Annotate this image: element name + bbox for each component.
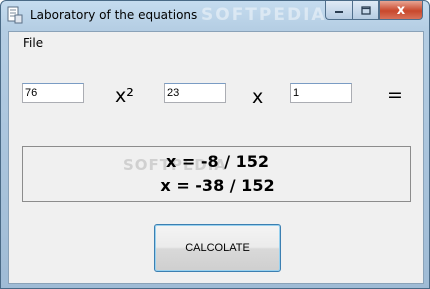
x-squared-label: x²: [115, 85, 134, 107]
window-title: Laboratory of the equations: [30, 8, 198, 22]
coefficient-b-input[interactable]: [164, 83, 226, 103]
calculate-button[interactable]: CALCOLATE: [154, 224, 281, 272]
caption-buttons: x: [325, 1, 423, 21]
minimize-icon: [335, 11, 343, 13]
close-icon: x: [396, 2, 406, 18]
maximize-button[interactable]: [352, 1, 379, 20]
app-icon: [7, 6, 23, 24]
minimize-button[interactable]: [325, 1, 352, 20]
equals-label: =: [387, 84, 403, 106]
coefficient-a-input[interactable]: [22, 83, 84, 103]
coefficient-c-input[interactable]: [290, 83, 352, 103]
result-box: SOFTPEDIA x = -8 / 152 x = -38 / 152: [22, 146, 411, 202]
client-area: File x² x = SOFTPEDIA x = -8 / 152 x = -…: [8, 31, 424, 284]
title-watermark: SOFTPEDIA: [201, 5, 327, 25]
menu-bar: File: [9, 32, 423, 54]
close-button[interactable]: x: [379, 1, 423, 20]
x-label: x: [252, 86, 264, 108]
result-line-1: x = -8 / 152: [165, 152, 270, 171]
menu-file[interactable]: File: [23, 36, 43, 50]
maximize-icon: [360, 5, 371, 15]
app-window: Laboratory of the equations SOFTPEDIA x …: [0, 0, 430, 289]
title-bar[interactable]: Laboratory of the equations SOFTPEDIA x: [1, 1, 429, 31]
result-line-2: x = -38 / 152: [160, 176, 275, 195]
